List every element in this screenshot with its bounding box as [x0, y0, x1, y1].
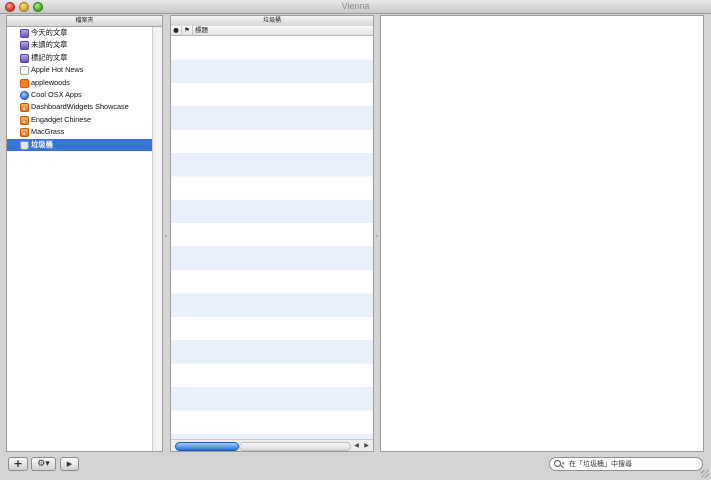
folder-item-label: MacGrass — [31, 127, 65, 137]
resize-grip-icon[interactable] — [701, 470, 709, 478]
article-list[interactable] — [171, 36, 373, 451]
search-icon[interactable] — [554, 460, 561, 467]
refresh-play-button[interactable]: ▶ — [60, 457, 79, 471]
search-placeholder: 在「垃圾桶」中搜尋 — [569, 460, 632, 468]
search-menu-caret-icon[interactable]: ▾ — [562, 461, 565, 467]
folder-item-unread[interactable]: 未讀的文章 — [7, 39, 153, 51]
action-menu-button[interactable]: ⚙▾ — [31, 457, 56, 471]
search-field[interactable]: ▾ 在「垃圾桶」中搜尋 — [549, 457, 703, 471]
folder-item-label: applewoods — [31, 77, 70, 87]
folder-item-label: 標記的文章 — [31, 52, 68, 62]
folder-item-macgrass[interactable]: MacGrass — [7, 126, 153, 138]
rss-feed-icon — [20, 103, 29, 113]
blogger-feed-icon — [20, 78, 29, 88]
folder-item-label: Cool OSX Apps — [31, 89, 82, 99]
folders-pane: 檔案夾 今天的文章 未讀的文章 標記的文章 Apple Hot News app… — [6, 15, 163, 452]
folder-item-applewoods[interactable]: applewoods — [7, 77, 153, 89]
folder-item-cool-osx-apps[interactable]: Cool OSX Apps — [7, 89, 153, 101]
folders-splitter-handle[interactable]: ‸ — [164, 229, 168, 237]
vienna-window: Vienna 檔案夾 今天的文章 未讀的文章 標記的文章 Apple Hot N… — [0, 0, 711, 480]
folders-vertical-scrollbar[interactable] — [152, 27, 162, 451]
article-reader-pane — [380, 15, 704, 452]
smart-folder-icon — [20, 29, 29, 38]
rss-feed-icon — [20, 128, 29, 138]
add-subscription-button[interactable]: + — [8, 457, 28, 471]
scroll-right-arrow-icon[interactable]: ▶ — [362, 441, 371, 450]
scroll-track[interactable] — [239, 442, 351, 451]
folder-item-label: DashboardWidgets Showcase — [31, 102, 129, 112]
folder-item-label: Apple Hot News — [31, 65, 84, 75]
folder-list: 今天的文章 未讀的文章 標記的文章 Apple Hot News applewo… — [7, 27, 153, 151]
folder-item-engadget-chinese[interactable]: Engadget Chinese — [7, 114, 153, 126]
smart-folder-icon — [20, 41, 29, 51]
window-title: Vienna — [341, 1, 370, 11]
apple-feed-icon — [20, 66, 29, 76]
folder-item-flagged[interactable]: 標記的文章 — [7, 52, 153, 64]
folder-item-today[interactable]: 今天的文章 — [7, 27, 153, 39]
rss-feed-icon — [20, 115, 29, 125]
folder-item-dashboardwidgets[interactable]: DashboardWidgets Showcase — [7, 101, 153, 113]
column-title-header[interactable]: 標題 — [195, 26, 355, 35]
articles-pane: 垃圾桶 ● ⚑ 標題 ◀ ▶ — [170, 15, 374, 452]
articles-splitter-handle[interactable]: ‸ — [375, 229, 379, 237]
folder-item-apple-hot-news[interactable]: Apple Hot News — [7, 64, 153, 76]
folders-header: 檔案夾 — [7, 16, 162, 27]
column-flag-header[interactable]: ⚑ — [182, 26, 193, 35]
articles-horizontal-scrollbar[interactable]: ◀ ▶ — [171, 439, 373, 451]
folder-item-trash[interactable]: 垃圾桶 — [7, 138, 153, 151]
scroll-left-arrow-icon[interactable]: ◀ — [352, 441, 361, 450]
folder-item-label: Engadget Chinese — [31, 114, 92, 124]
trash-icon — [20, 140, 29, 150]
folder-item-label: 垃圾桶 — [31, 139, 53, 149]
article-column-headers: ● ⚑ 標題 — [171, 26, 373, 36]
folder-item-label: 今天的文章 — [31, 28, 68, 37]
scroll-thumb[interactable] — [175, 442, 239, 451]
smart-folder-icon — [20, 53, 29, 63]
globe-feed-icon — [20, 90, 29, 100]
title-bar[interactable]: Vienna — [0, 0, 711, 14]
column-unread-header[interactable]: ● — [171, 26, 182, 35]
folder-item-label: 未讀的文章 — [31, 40, 68, 50]
